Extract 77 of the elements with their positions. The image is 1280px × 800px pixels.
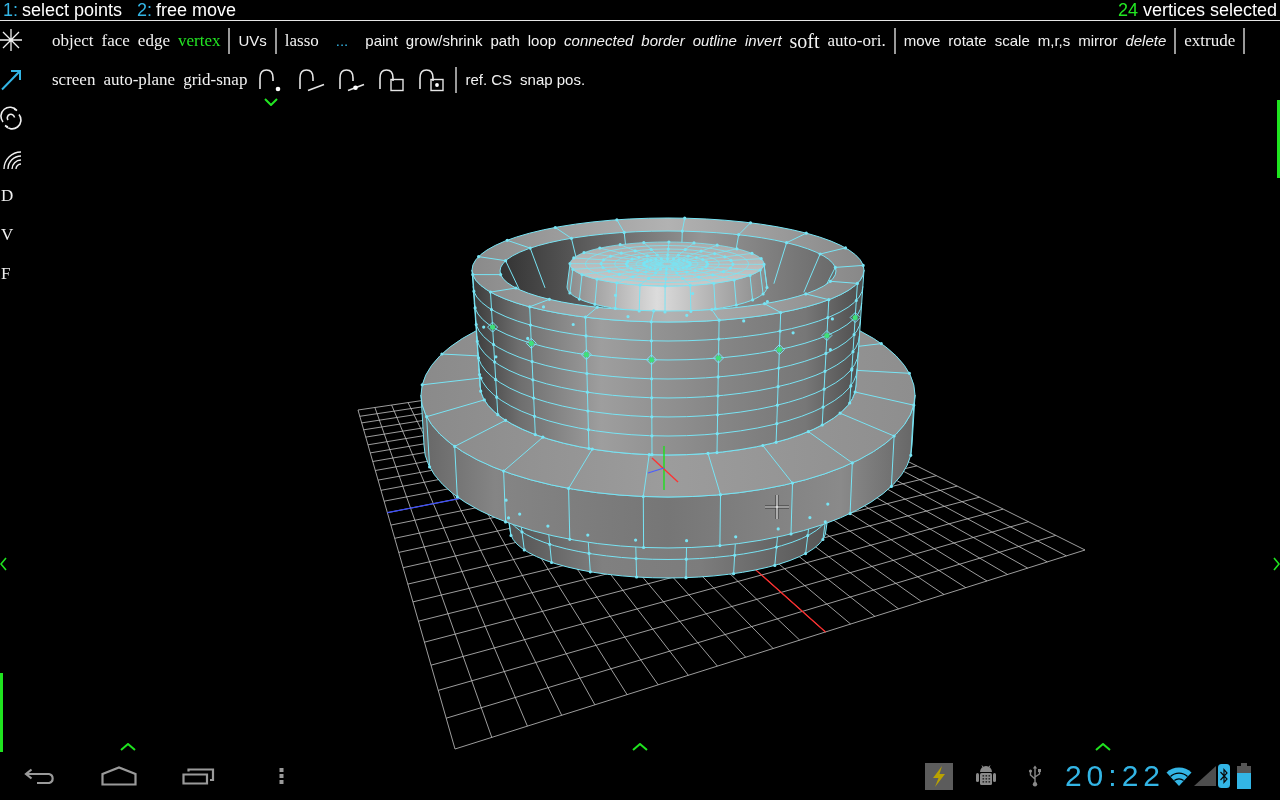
- snap-mode-button[interactable]: [417, 67, 446, 92]
- arch-square-icon: [377, 67, 406, 92]
- toolbar-button[interactable]: border: [641, 29, 685, 52]
- toolbar-button[interactable]: move: [903, 29, 941, 52]
- toolbar-button[interactable]: path: [490, 29, 520, 52]
- toolbar-button[interactable]: vertex: [177, 29, 221, 52]
- usb-icon: [1027, 765, 1042, 787]
- recents-icon[interactable]: [182, 767, 215, 785]
- bluetooth-icon: [1218, 764, 1230, 788]
- selected-vertex-marker: [773, 344, 785, 356]
- wifi-icon: [1166, 765, 1192, 787]
- expand-chevron-icon[interactable]: [120, 743, 136, 751]
- toolbar-button[interactable]: invert: [744, 29, 782, 52]
- selected-vertex-marker: [580, 349, 592, 361]
- signal-icon: [1192, 765, 1216, 787]
- toolbar-button[interactable]: edge: [137, 29, 170, 52]
- expand-chevron-icon[interactable]: [1273, 557, 1280, 571]
- selection-count: 24: [1117, 0, 1138, 20]
- home-icon[interactable]: [101, 766, 137, 786]
- selected-vertex-marker: [487, 321, 499, 333]
- toolbar-button[interactable]: auto-ori.: [827, 29, 886, 52]
- arrow-icon[interactable]: [0, 67, 22, 91]
- sidebar-button[interactable]: V: [0, 223, 14, 247]
- lightning-icon: [924, 762, 953, 790]
- toolbar-button[interactable]: grow/shrink: [405, 29, 483, 52]
- toolbar-button[interactable]: m,r,s: [1037, 29, 1071, 52]
- toolbar-button[interactable]: rotate: [948, 29, 987, 52]
- hint-key: 2:: [137, 0, 153, 20]
- snap-mode-button[interactable]: [297, 67, 326, 92]
- arch-line-dot-icon: [337, 67, 366, 92]
- hint-label: select points: [22, 0, 123, 20]
- toolbar-button[interactable]: auto-plane: [103, 68, 176, 91]
- selected-vertex-marker: [849, 312, 861, 323]
- selected-vertex-marker: [821, 330, 833, 341]
- clock-time: 20:22: [1064, 759, 1165, 793]
- arch-square-dot-icon: [417, 67, 446, 92]
- toolbar-button[interactable]: outline: [692, 29, 737, 52]
- toolbar-button[interactable]: screen: [52, 68, 96, 91]
- toolbar-button[interactable]: connected: [564, 29, 634, 52]
- sidebar-button[interactable]: F: [0, 262, 11, 286]
- crosshair-cursor-icon: [763, 493, 791, 521]
- expand-chevron-icon[interactable]: [1095, 743, 1111, 751]
- expand-chevron-icon[interactable]: [632, 743, 648, 751]
- selected-vertex-marker: [646, 354, 657, 366]
- toolbar-button[interactable]: lasso: [284, 29, 319, 52]
- overflow-menu-icon[interactable]: [279, 768, 284, 784]
- toolbar-button[interactable]: loop: [527, 29, 557, 52]
- spiral-icon[interactable]: [0, 106, 22, 130]
- expand-chevron-icon[interactable]: [0, 557, 7, 571]
- hint-key: 1:: [3, 0, 18, 20]
- selection-label: vertices selected: [1142, 0, 1277, 20]
- snap-mode-button[interactable]: [337, 67, 366, 92]
- toolbar-button[interactable]: extrude: [1184, 29, 1236, 52]
- back-icon[interactable]: [24, 768, 56, 784]
- toolbar-button[interactable]: grid-snap: [183, 68, 248, 91]
- arch-line-icon: [297, 67, 326, 92]
- battery-icon: [1237, 763, 1251, 789]
- selected-caret-icon: [264, 97, 279, 106]
- toolbar-button[interactable]: scale: [994, 29, 1030, 52]
- robot-icon: [975, 764, 996, 788]
- toolbar-button[interactable]: object: [52, 29, 94, 52]
- toolbar-button[interactable]: ...: [335, 29, 349, 52]
- snap-mode-button[interactable]: [377, 67, 406, 92]
- toolbar-button[interactable]: face: [101, 29, 130, 52]
- asterisk-icon[interactable]: [0, 28, 22, 52]
- hint-label: free move: [156, 0, 237, 20]
- sidebar-button[interactable]: D: [0, 184, 14, 208]
- selected-vertex-marker: [713, 352, 724, 364]
- toolbar-button[interactable]: ref. CS: [465, 68, 513, 91]
- toolbar-button[interactable]: mirror: [1078, 29, 1118, 52]
- toolbar-button[interactable]: UVs: [238, 29, 267, 52]
- pivot-gizmo-icon: [647, 445, 679, 491]
- toolbar-button[interactable]: delete: [1125, 29, 1167, 52]
- toolbar-button[interactable]: soft: [789, 28, 820, 53]
- selected-vertex-marker: [525, 337, 537, 349]
- toolbar-button[interactable]: paint: [365, 29, 398, 52]
- toolbar-button[interactable]: snap pos.: [520, 68, 586, 91]
